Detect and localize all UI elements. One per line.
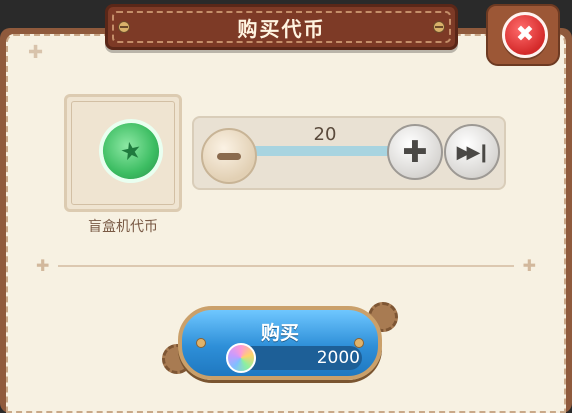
- item-name: 盲盒机代币: [88, 219, 158, 235]
- dialog-title: 购买代币: [237, 16, 326, 41]
- buy-price: 2000: [316, 348, 360, 368]
- title-banner: 购买代币: [105, 4, 458, 50]
- fast-forward-icon: ▶▶❙: [456, 141, 492, 163]
- buy-button-label: 购买: [260, 322, 299, 344]
- quantity-value: 20: [313, 124, 337, 145]
- divider-ornament-icon: ✚: [522, 256, 536, 275]
- max-quantity-button[interactable]: ▶▶❙: [444, 124, 500, 180]
- divider-ornament-icon: ✚: [36, 256, 50, 275]
- rainbow-gem-icon: [226, 343, 256, 373]
- minus-icon: [217, 152, 241, 160]
- screw-icon: [118, 21, 130, 33]
- decrease-button[interactable]: [201, 128, 257, 184]
- quantity-slider[interactable]: [244, 146, 398, 156]
- close-button[interactable]: ✖: [502, 12, 548, 58]
- buy-button-group: 购买 2000: [162, 300, 402, 384]
- increase-button[interactable]: ✚: [387, 124, 443, 180]
- item-card: ★: [64, 94, 182, 212]
- close-icon: ✖: [515, 22, 535, 47]
- buy-button[interactable]: 购买 2000: [178, 306, 382, 380]
- plus-icon: ✚: [402, 134, 428, 170]
- screw-icon: [433, 21, 445, 33]
- corner-ornament-icon: ✚: [28, 42, 44, 63]
- section-divider: ✚ ✚: [36, 256, 536, 275]
- green-chip-coin-icon: ★: [93, 113, 169, 189]
